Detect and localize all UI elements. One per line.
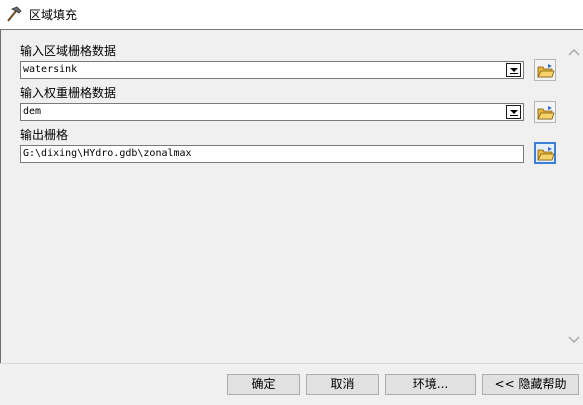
zone-raster-dropdown[interactable]: watersink bbox=[20, 61, 524, 79]
weight-raster-label: 输入权重栅格数据 bbox=[20, 86, 117, 100]
zone-raster-value: watersink bbox=[23, 64, 78, 75]
cancel-button[interactable]: 取消 bbox=[306, 374, 379, 395]
hide-help-button[interactable]: << 隐藏帮助 bbox=[482, 374, 579, 395]
zone-raster-label: 输入区域栅格数据 bbox=[20, 44, 117, 58]
title-bar: 区域填充 bbox=[0, 0, 583, 30]
environments-button[interactable]: 环境... bbox=[385, 374, 476, 395]
open-folder-icon bbox=[537, 64, 555, 78]
zone-raster-browse-button[interactable] bbox=[534, 59, 556, 81]
open-folder-icon bbox=[537, 147, 555, 161]
weight-raster-browse-button[interactable] bbox=[534, 101, 556, 123]
parameters-panel: 输入区域栅格数据 watersink 输入权重栅格数据 dem 输出栅格 G:\… bbox=[0, 30, 583, 363]
output-raster-input[interactable]: G:\dixing\HYdro.gdb\zonalmax bbox=[20, 145, 524, 163]
button-bar: 确定 取消 环境... << 隐藏帮助 bbox=[0, 364, 583, 405]
chevron-down-icon[interactable] bbox=[506, 63, 521, 77]
output-raster-value: G:\dixing\HYdro.gdb\zonalmax bbox=[23, 148, 192, 159]
hammer-icon bbox=[5, 6, 23, 22]
scroll-up-icon[interactable] bbox=[566, 46, 582, 58]
weight-raster-value: dem bbox=[23, 106, 42, 117]
output-raster-browse-button[interactable] bbox=[534, 142, 556, 164]
output-raster-label: 输出栅格 bbox=[20, 128, 69, 142]
weight-raster-dropdown[interactable]: dem bbox=[20, 103, 524, 121]
window-title: 区域填充 bbox=[29, 8, 78, 22]
scroll-down-icon[interactable] bbox=[566, 334, 582, 346]
ok-button[interactable]: 确定 bbox=[227, 374, 300, 395]
open-folder-icon bbox=[537, 106, 555, 120]
chevron-down-icon[interactable] bbox=[506, 105, 521, 119]
